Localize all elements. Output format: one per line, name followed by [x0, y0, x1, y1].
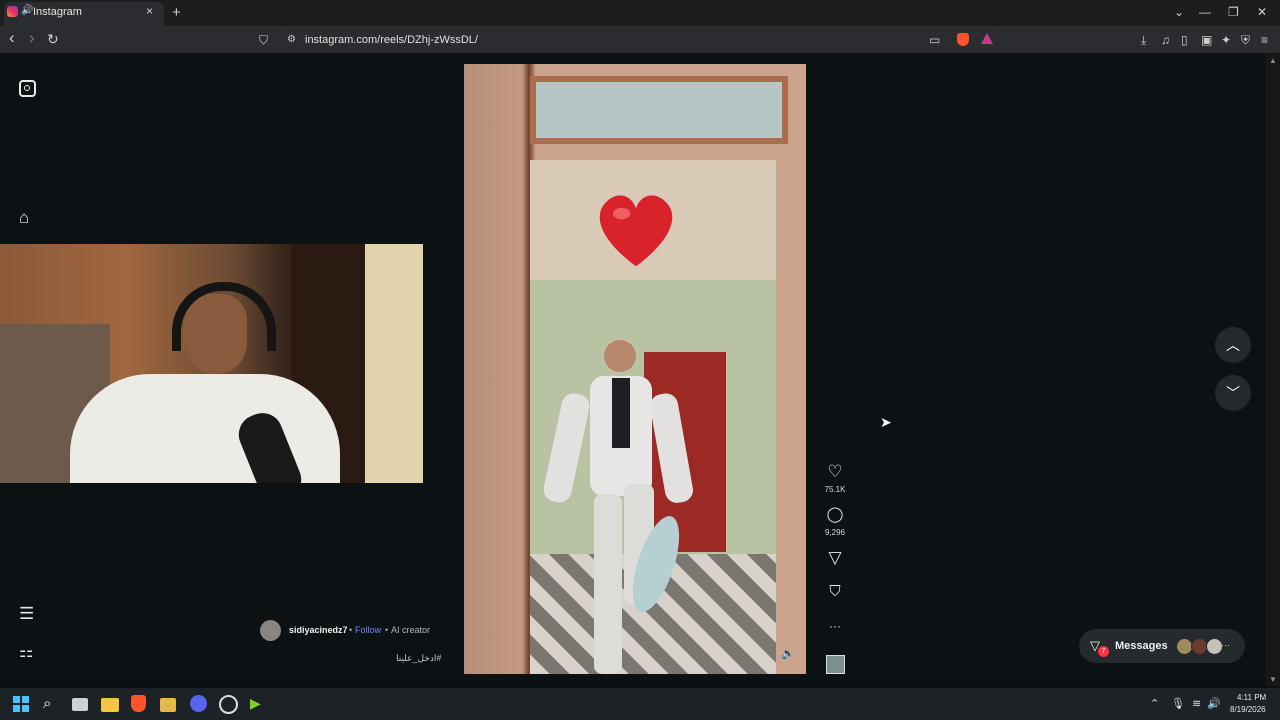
media-icon[interactable] [160, 698, 176, 712]
cast-icon[interactable]: ▭ [929, 33, 940, 47]
brave-icon[interactable] [131, 695, 146, 712]
caption-separator: • [349, 625, 353, 635]
audio-thumbnail[interactable] [826, 655, 845, 674]
url-text[interactable]: instagram.com/reels/DZhj-zWssDL/ [305, 34, 478, 46]
volume-icon[interactable]: 🔊 [1207, 697, 1221, 710]
instagram-logo-lens [24, 85, 30, 91]
microphone-tray-icon[interactable]: 🎙 [1171, 697, 1185, 710]
app-icon[interactable]: ▶ [250, 695, 268, 713]
browser-menu-icon[interactable]: ≡ [1261, 33, 1268, 47]
bookmark-icon[interactable]: ⛉ [259, 33, 268, 48]
next-reel-button[interactable]: ﹀ [1215, 375, 1251, 411]
task-view-icon[interactable] [72, 698, 88, 711]
mouse-cursor-icon: ➤ [880, 414, 892, 430]
wallet-icon[interactable]: ▣ [1201, 33, 1212, 47]
restore-button[interactable]: ❐ [1228, 5, 1239, 19]
heart-balloon-icon [599, 195, 673, 267]
brave-shields-icon[interactable] [957, 33, 969, 46]
ai-creator-label: AI creator [391, 625, 431, 635]
leo-ai-icon[interactable]: ✦ [1221, 33, 1231, 47]
menu-icon[interactable]: ☰ [19, 604, 34, 624]
comment-icon[interactable]: ◯ [820, 505, 850, 523]
reel-video[interactable] [464, 64, 806, 674]
scroll-up-icon[interactable]: ▲ [1269, 56, 1277, 65]
close-window-button[interactable]: ✕ [1257, 5, 1267, 19]
browser-tabbar [0, 0, 1280, 26]
file-explorer-icon[interactable] [101, 698, 119, 712]
sidebar-icon[interactable]: ▯ [1181, 33, 1188, 47]
tab-title: Instagram [33, 6, 82, 18]
previous-reel-button[interactable]: ︿ [1215, 327, 1251, 363]
home-icon[interactable]: ⌂ [19, 208, 29, 228]
scroll-down-icon[interactable]: ▼ [1269, 675, 1277, 684]
wifi-icon[interactable]: ≋ [1192, 697, 1201, 710]
tab-dropdown-icon[interactable]: ⌄ [1174, 5, 1184, 19]
comment-count: 9,296 [824, 528, 846, 537]
messages-more-icon: ··· [1221, 640, 1230, 650]
clock-date[interactable]: 8/19/2026 [1230, 705, 1266, 714]
mute-toggle-icon[interactable]: 🔈 [781, 647, 795, 660]
tray-chevron-icon[interactable]: ⌃ [1150, 697, 1159, 710]
media-icon[interactable]: ♫ [1161, 33, 1170, 47]
reload-button[interactable]: ↻ [47, 31, 59, 48]
tab-close-icon[interactable]: × [146, 4, 153, 18]
caption-hashtag[interactable]: #ادخل_علينا [396, 653, 441, 664]
messages-badge: 7 [1098, 646, 1109, 657]
back-button[interactable]: ‹ [9, 28, 15, 48]
follow-button[interactable]: Follow [355, 625, 381, 635]
share-icon[interactable]: ▽ [820, 548, 850, 568]
save-icon[interactable]: ⛉ [820, 583, 850, 600]
webcam-overlay [0, 244, 423, 483]
like-icon[interactable]: ♡ [820, 462, 850, 482]
forward-button[interactable]: › [29, 28, 35, 48]
headphones-icon [172, 282, 276, 351]
new-tab-button[interactable]: + [172, 4, 181, 21]
streamer-body [70, 374, 340, 483]
messages-label: Messages [1115, 640, 1168, 652]
discord-icon[interactable] [190, 695, 207, 712]
windows-start-icon[interactable] [12, 695, 30, 713]
reel-transom-window [530, 76, 788, 144]
author-username[interactable]: sidiyacinedz7 [289, 625, 348, 635]
apps-icon[interactable]: ⚏ [19, 642, 33, 662]
brave-rewards-icon[interactable] [981, 33, 993, 44]
author-avatar[interactable] [260, 620, 281, 641]
more-options-icon[interactable]: ··· [820, 619, 850, 633]
site-info-icon[interactable]: ⚙ [287, 34, 296, 45]
tab-audio-icon[interactable]: 🔊 [21, 5, 33, 16]
downloads-icon[interactable]: ⤓ [1141, 33, 1146, 48]
clock-time[interactable]: 4:11 PM [1237, 693, 1266, 702]
reel-man-in-white-suit [544, 340, 693, 674]
page-scrollbar[interactable] [1266, 54, 1280, 686]
like-count: 75.1K [824, 485, 846, 494]
webcam-background-wall [365, 244, 423, 483]
search-icon[interactable]: ⌕ [43, 695, 61, 713]
vpn-icon[interactable]: ⛨ [1241, 33, 1250, 48]
caption-separator: • [385, 625, 389, 635]
minimize-button[interactable]: — [1199, 5, 1211, 19]
instagram-favicon-icon [7, 6, 18, 17]
obs-icon[interactable] [219, 695, 238, 714]
